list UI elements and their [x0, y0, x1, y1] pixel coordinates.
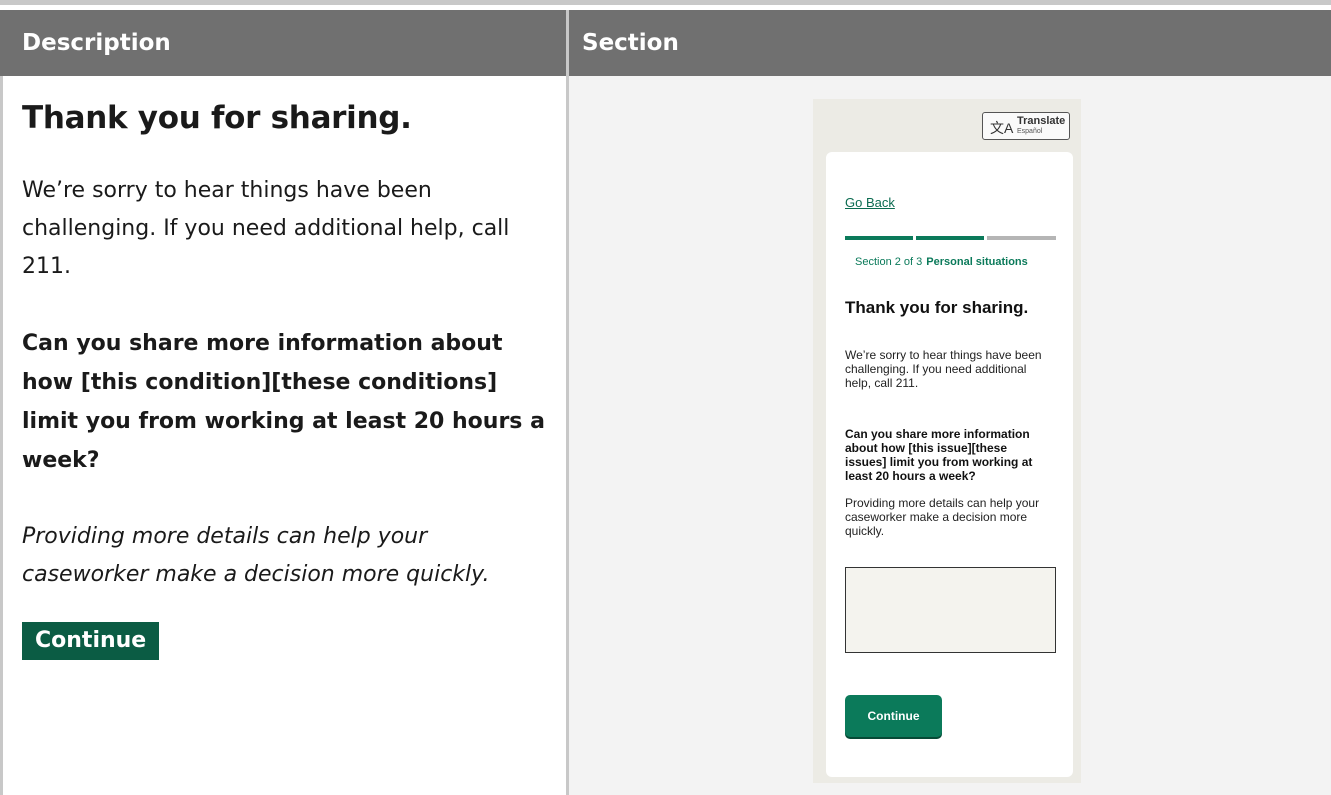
- description-title: Thank you for sharing.: [22, 100, 412, 136]
- description-body: We’re sorry to hear things have been cha…: [22, 178, 510, 279]
- left-border: [0, 76, 3, 795]
- question-hint: Providing more details can help your cas…: [845, 496, 1040, 538]
- page-body: We’re sorry to hear things have been cha…: [845, 348, 1042, 390]
- question-label: Can you share more information about how…: [845, 427, 1033, 483]
- translate-button[interactable]: 文A Translate Español: [982, 112, 1070, 140]
- section-name: Personal situations: [926, 256, 1028, 268]
- comparison-table: Description Section Thank you for sharin…: [0, 0, 1331, 795]
- translate-label: Translate: [1017, 115, 1066, 127]
- section-count: Section 2 of 3: [855, 256, 923, 268]
- page-title: Thank you for sharing.: [845, 298, 1029, 317]
- progress-segment-2: [916, 236, 984, 240]
- translate-sub-label: Español: [1017, 128, 1043, 135]
- description-question: Can you share more information about how…: [22, 331, 545, 473]
- form-card: Go Back Section 2 of 3 Personal situation…: [826, 152, 1073, 777]
- progress-segment-3: [987, 236, 1056, 240]
- continue-button[interactable]: Continue: [845, 695, 942, 737]
- description-continue-label: Continue: [22, 622, 160, 660]
- translate-icon: 文A: [990, 120, 1014, 136]
- description-hint: Providing more details can help your cas…: [22, 524, 490, 587]
- table-header-row: Description Section: [0, 10, 1331, 76]
- go-back-link[interactable]: Go Back: [845, 195, 895, 210]
- header-section: Section: [582, 30, 679, 56]
- details-textarea[interactable]: [845, 567, 1056, 653]
- description-cell: Thank you for sharing. We’re sorry to he…: [22, 76, 552, 660]
- progress-bar: [845, 236, 1056, 240]
- mobile-screen-preview: 文A Translate Español Go Back Section 2 o…: [813, 99, 1081, 783]
- section-indicator: Section 2 of 3 Personal situations: [855, 256, 1028, 268]
- progress-segment-1: [845, 236, 913, 240]
- header-description: Description: [22, 30, 171, 56]
